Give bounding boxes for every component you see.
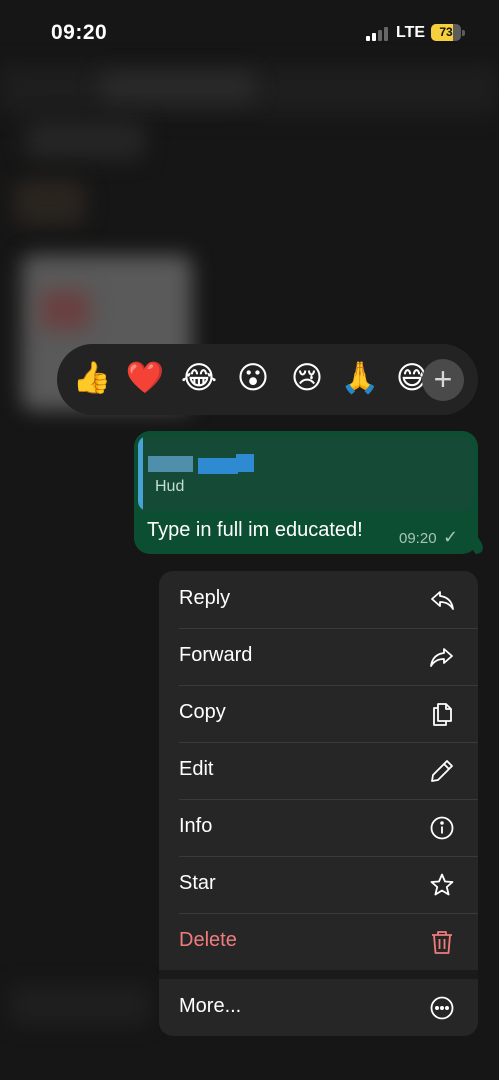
menu-item-label: Reply: [179, 587, 231, 609]
trash-icon: [432, 931, 452, 954]
reaction-bar: 👍 ❤️ 😂 😮 😢 🙏 😅 +: [57, 344, 478, 415]
reaction-heart[interactable]: ❤️: [124, 358, 166, 398]
menu-item-forward[interactable]: Forward: [159, 628, 478, 685]
menu-item-label: Forward: [179, 644, 253, 666]
menu-item-star[interactable]: Star: [159, 856, 478, 913]
star-icon: [430, 873, 454, 896]
sent-check-icon: ✓: [443, 527, 459, 547]
menu-item-label: Info: [179, 815, 213, 837]
menu-item-copy[interactable]: Copy: [159, 685, 478, 742]
reaction-thumbs-up[interactable]: 👍: [71, 358, 113, 398]
menu-item-label: Edit: [179, 758, 214, 780]
more-icon: [430, 996, 454, 1020]
redacted-text: [148, 456, 193, 472]
battery-tip: [462, 30, 465, 36]
context-menu: Reply Forward Copy Edit Info Star Delete…: [159, 571, 478, 1036]
network-type: LTE: [396, 24, 426, 41]
menu-item-label: Copy: [179, 701, 226, 723]
quoted-message[interactable]: Hud: [138, 436, 473, 511]
status-bar: 09:20 LTE 73: [0, 0, 499, 64]
reply-icon: [431, 591, 454, 610]
message-text: Type in full im educated!: [147, 519, 363, 541]
redacted-text: [236, 454, 254, 472]
reaction-praying-hands[interactable]: 🙏: [339, 358, 381, 398]
redacted-text: [198, 458, 238, 474]
menu-item-edit[interactable]: Edit: [159, 742, 478, 799]
signal-icon: [366, 25, 390, 41]
menu-item-label: Delete: [179, 929, 237, 951]
quoted-author: Hud: [155, 478, 185, 495]
copy-icon: [433, 703, 452, 726]
battery-icon: 73: [431, 24, 461, 41]
info-icon: [430, 816, 454, 840]
menu-item-delete[interactable]: Delete: [159, 913, 478, 970]
status-time: 09:20: [51, 21, 108, 44]
reaction-surprised[interactable]: 😮: [232, 358, 274, 398]
menu-item-reply[interactable]: Reply: [159, 571, 478, 628]
menu-item-label: More...: [179, 995, 242, 1017]
add-reaction-button[interactable]: +: [422, 359, 464, 401]
menu-item-more[interactable]: More...: [159, 979, 478, 1036]
menu-item-info[interactable]: Info: [159, 799, 478, 856]
reaction-laughing[interactable]: 😂: [178, 358, 220, 398]
reaction-crying[interactable]: 😢: [286, 358, 328, 398]
menu-section-gap: [159, 970, 478, 979]
forward-icon: [430, 648, 453, 667]
message-time: 09:20: [399, 530, 437, 547]
battery-level: 73: [439, 25, 453, 39]
menu-item-label: Star: [179, 872, 216, 894]
pencil-icon: [431, 760, 453, 782]
quote-accent-bar: [138, 436, 143, 511]
